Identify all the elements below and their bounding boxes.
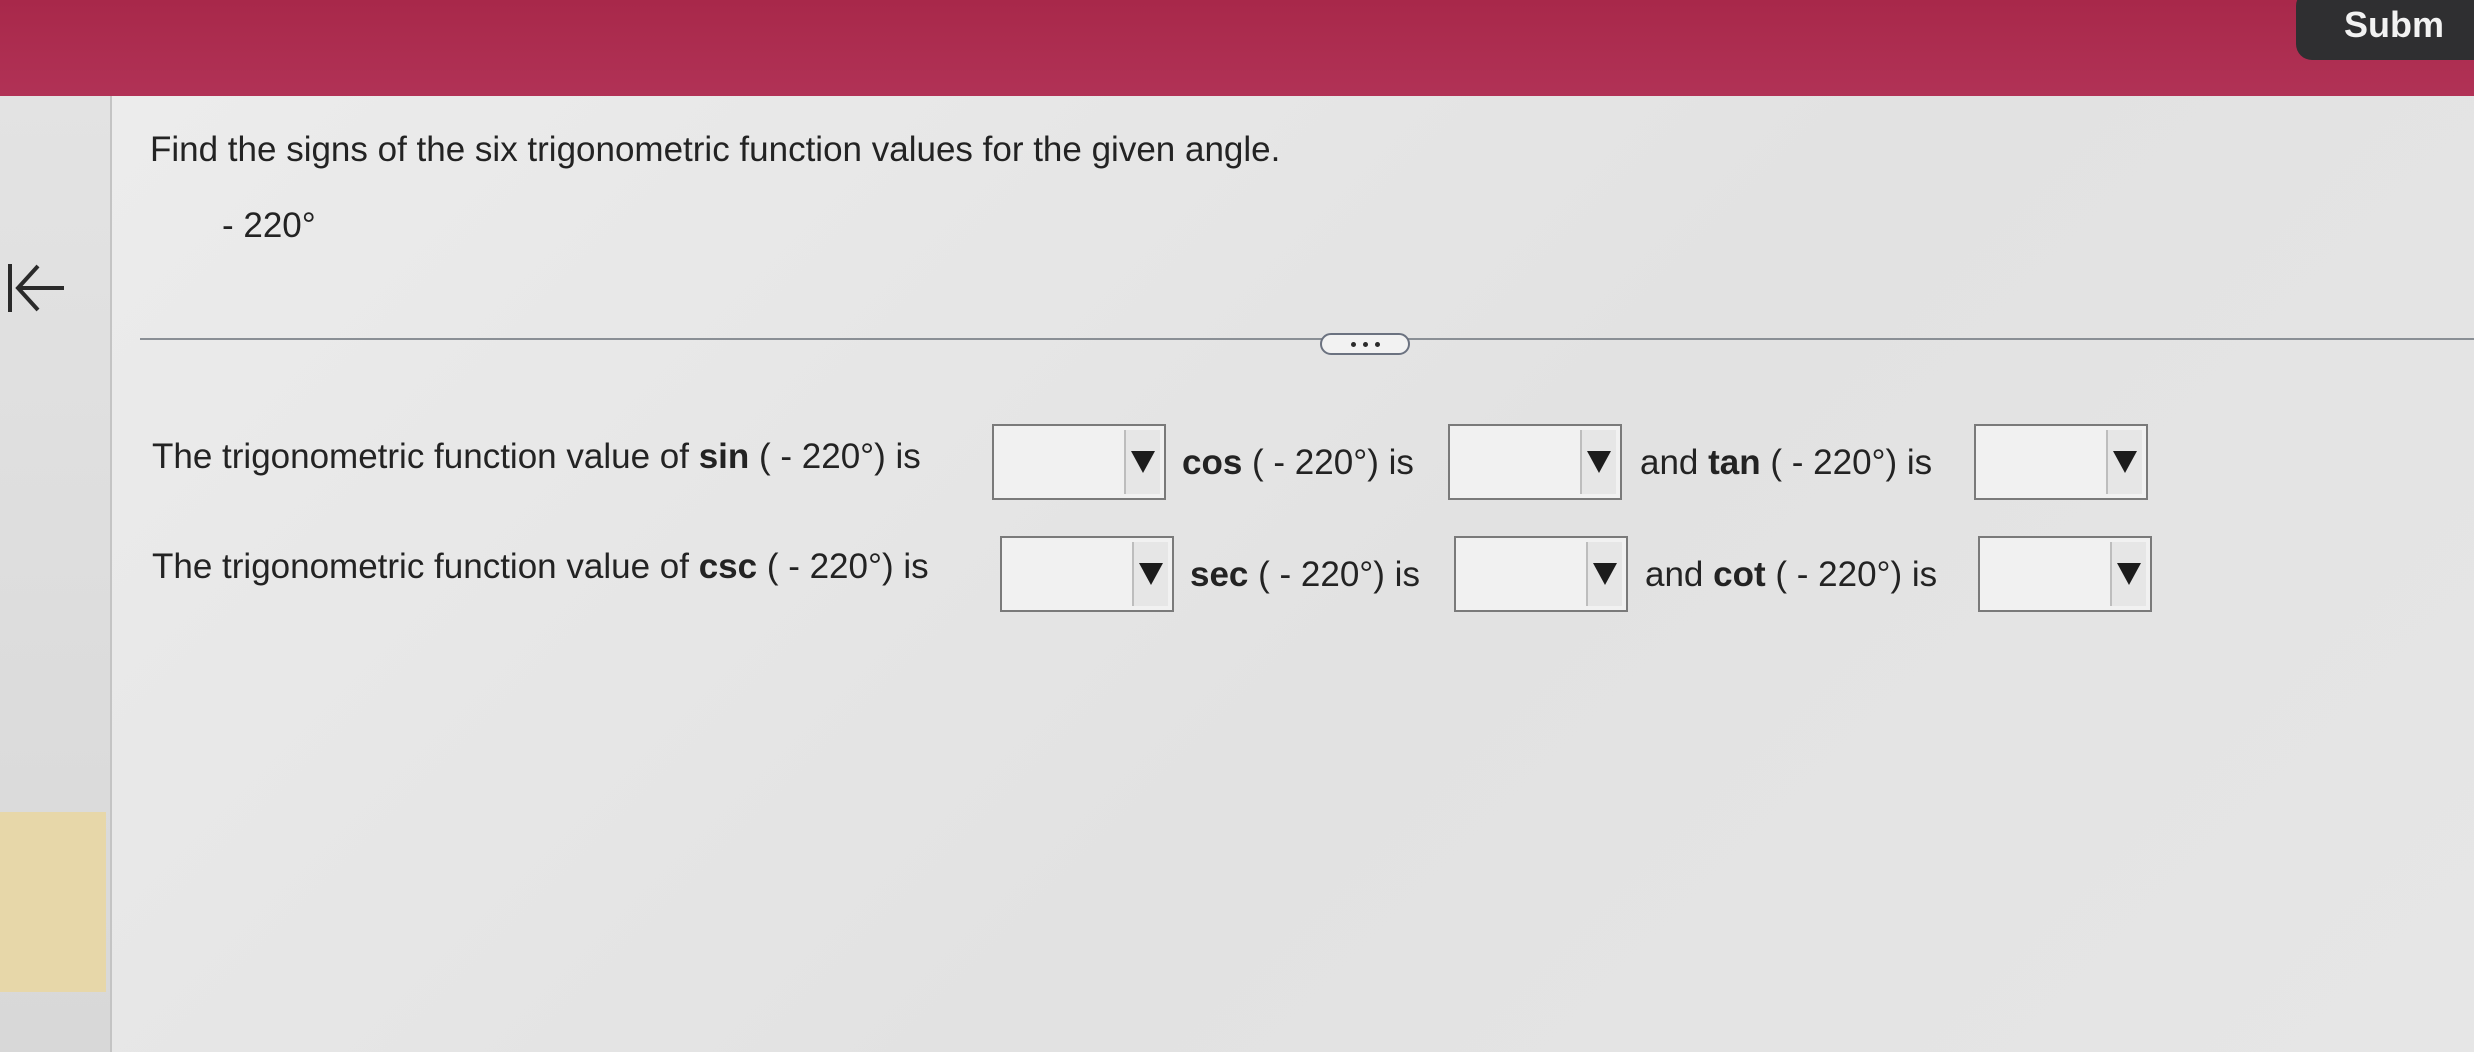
submit-label: Subm	[2344, 4, 2445, 45]
dropdown-arrow-icon	[1586, 542, 1622, 606]
dropdown-arrow-icon	[1124, 430, 1160, 494]
given-angle: - 220°	[222, 206, 316, 245]
row2-csc-text: The trigonometric function value of csc …	[152, 547, 929, 586]
cot-sign-dropdown[interactable]	[1978, 536, 2152, 612]
dropdown-arrow-icon	[1132, 542, 1168, 606]
row1-sin-text: The trigonometric function value of sin …	[152, 437, 921, 476]
more-button[interactable]	[1320, 333, 1410, 355]
ellipsis-icon	[1350, 341, 1356, 347]
dropdown-arrow-icon	[2106, 430, 2142, 494]
back-to-start-icon[interactable]	[2, 254, 70, 322]
cos-sign-dropdown[interactable]	[1448, 424, 1622, 500]
sin-sign-dropdown[interactable]	[992, 424, 1166, 500]
dropdown-arrow-icon	[2110, 542, 2146, 606]
dropdown-arrow-icon	[1580, 430, 1616, 494]
row1-tan-text: and tan ( - 220°) is	[1640, 443, 1933, 482]
submit-button[interactable]: Subm	[2296, 0, 2474, 60]
sidebar	[0, 96, 112, 1052]
divider	[140, 338, 2474, 340]
sidebar-tab[interactable]	[0, 812, 106, 992]
row2-cot-text: and cot ( - 220°) is	[1645, 555, 1938, 594]
row1-cos-text: cos ( - 220°) is	[1182, 443, 1414, 482]
sec-sign-dropdown[interactable]	[1454, 536, 1628, 612]
row2-sec-text: sec ( - 220°) is	[1190, 555, 1420, 594]
question-prompt: Find the signs of the six trigonometric …	[150, 130, 1281, 169]
csc-sign-dropdown[interactable]	[1000, 536, 1174, 612]
top-bar: Subm	[0, 0, 2474, 96]
tan-sign-dropdown[interactable]	[1974, 424, 2148, 500]
